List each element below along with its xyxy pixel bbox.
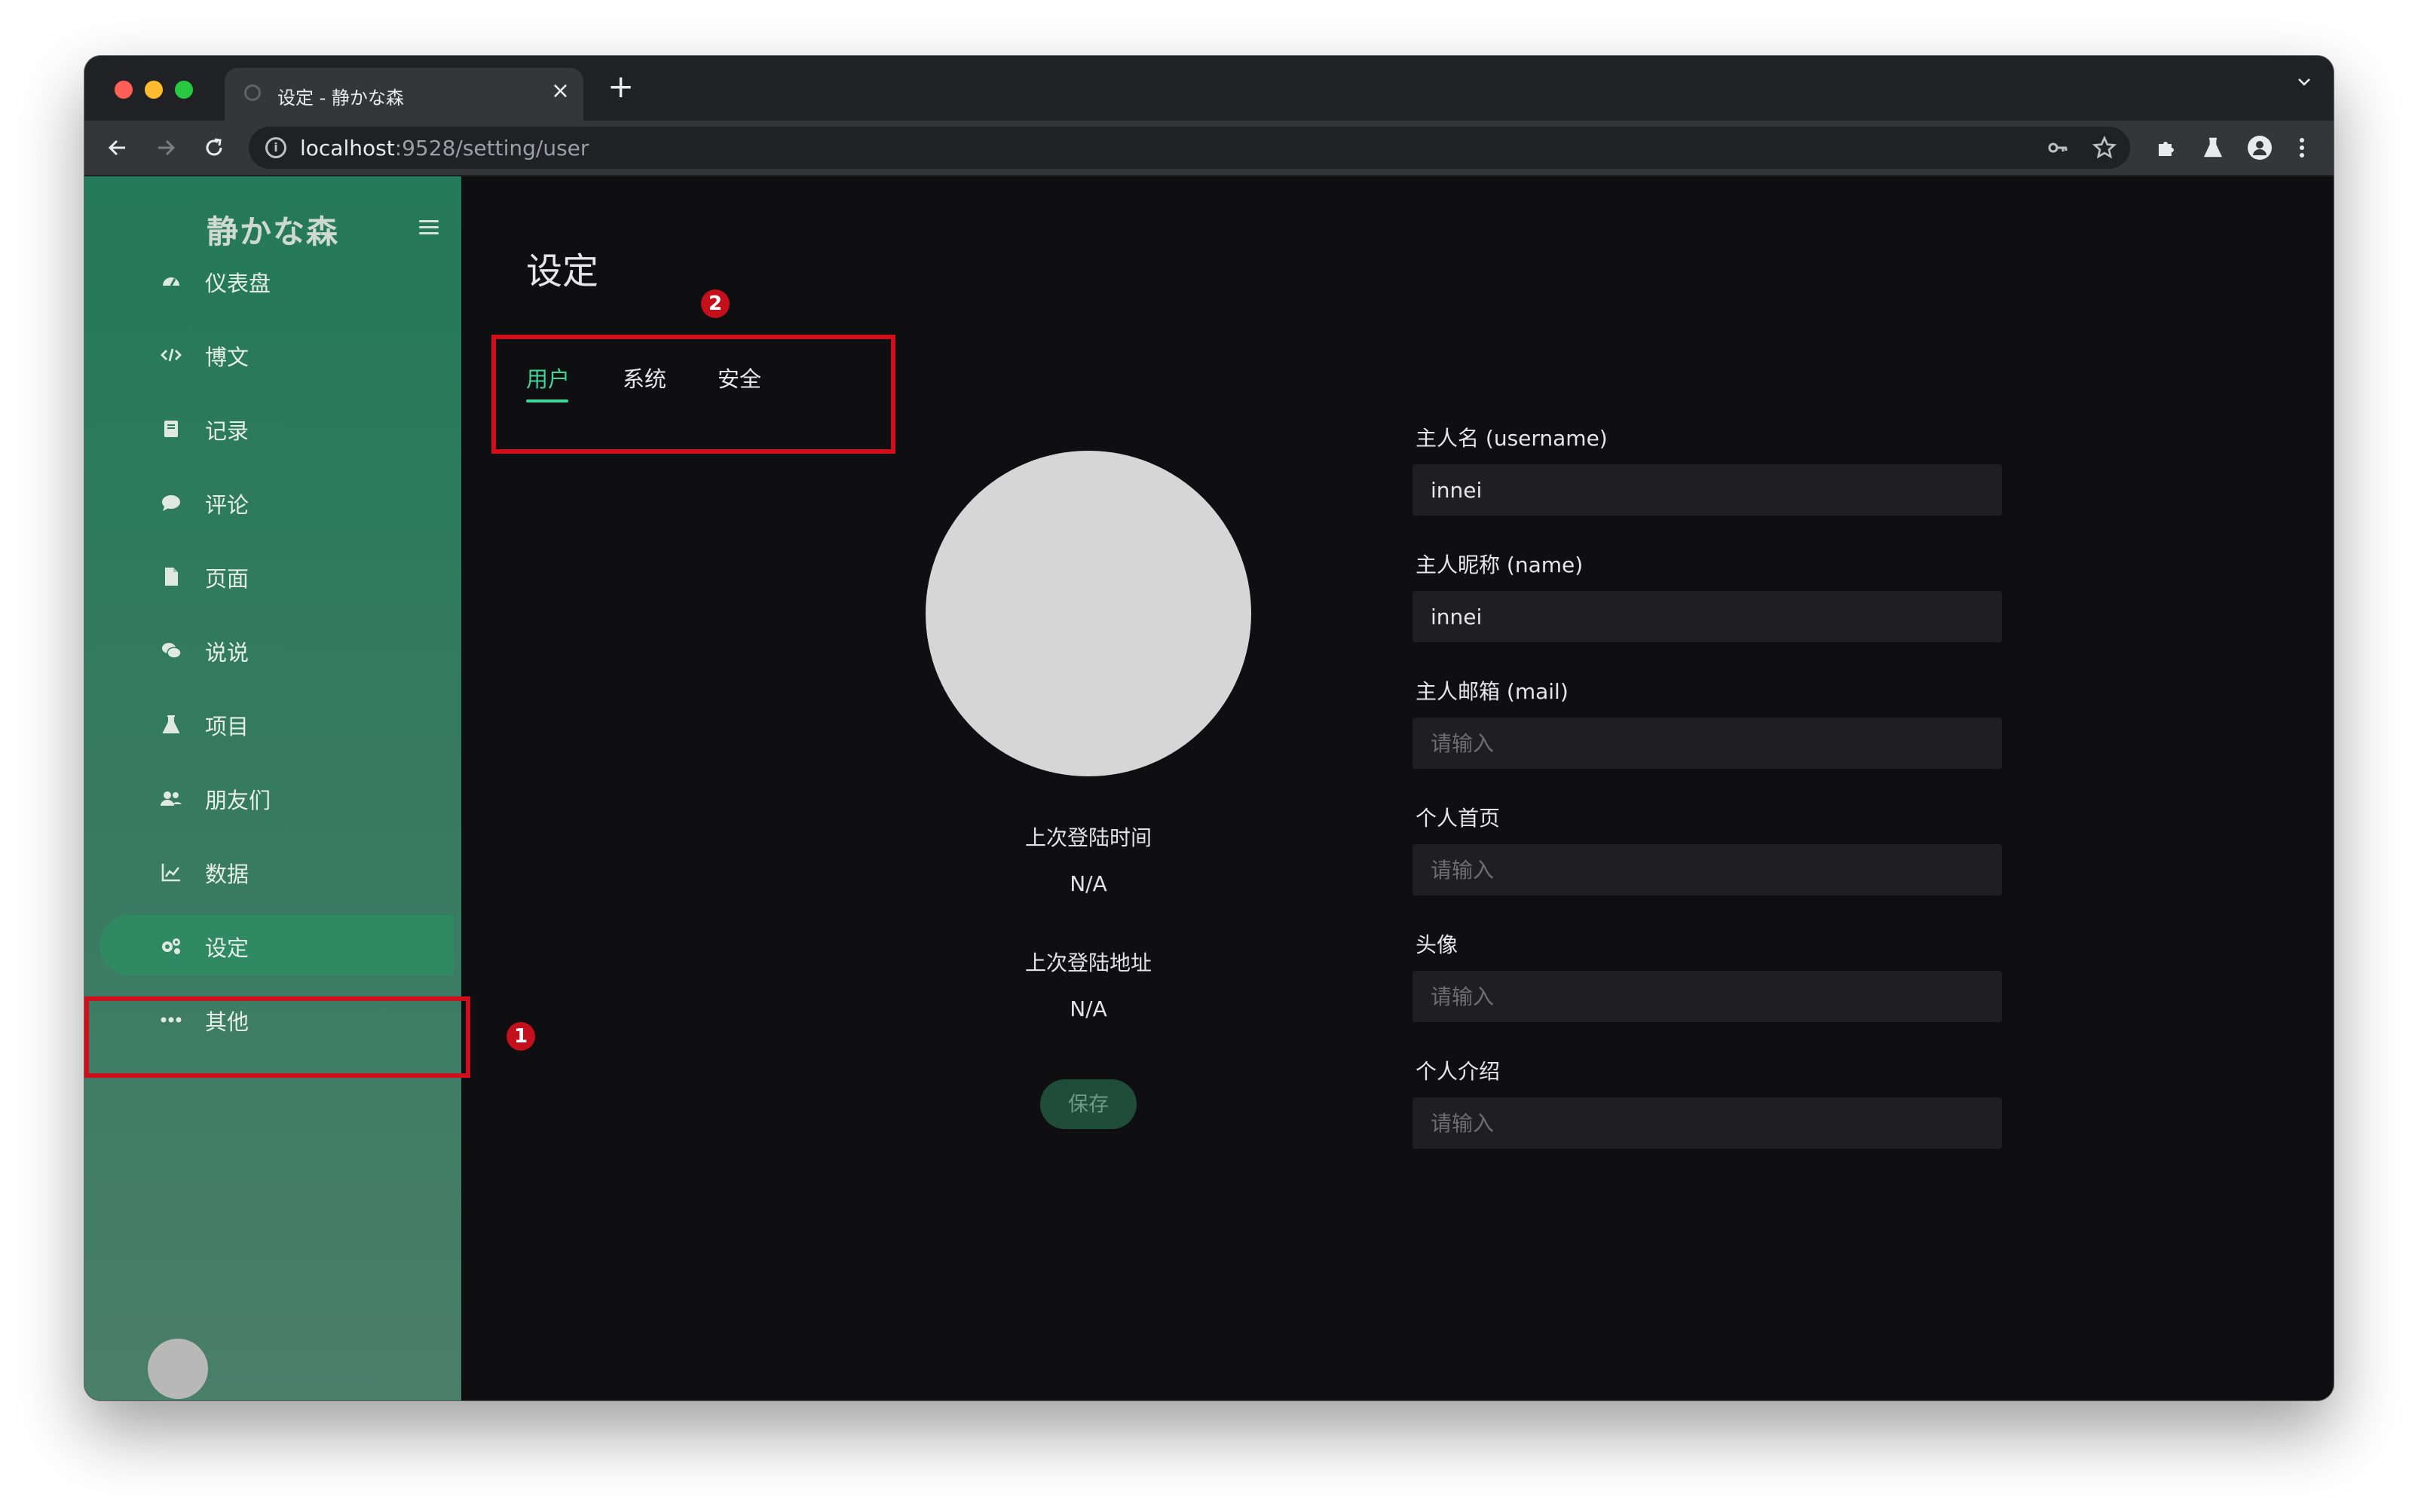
minimize-window-button[interactable] <box>145 81 163 99</box>
tab-security[interactable]: 安全 <box>718 362 761 393</box>
introduction-label: 个人介绍 <box>1416 1059 1501 1084</box>
url-text[interactable]: localhost:9528/setting/user <box>300 136 589 161</box>
sidebar-item-notes[interactable]: 记录 <box>99 398 454 458</box>
key-icon-svg <box>2048 142 2068 153</box>
profile-icon <box>2248 136 2272 160</box>
annotation-box-1 <box>84 996 470 1078</box>
arrow-left-icon <box>108 139 125 156</box>
sidebar-item-label: 记录 <box>205 418 249 444</box>
avatar-url-label: 头像 <box>1416 932 1458 957</box>
dashboard-icon <box>160 270 182 292</box>
active-tab-indicator <box>526 399 568 402</box>
reload-icon <box>206 138 222 156</box>
save-button[interactable]: 保存 <box>1040 1079 1137 1129</box>
profile-avatar[interactable] <box>926 451 1251 776</box>
tab-strip: 设定 - 静かな森 × + <box>84 56 2334 121</box>
browser-toolbar: i localhost:9528/setting/user <box>84 121 2334 176</box>
settings-icon <box>160 935 182 957</box>
sidebar-item-label: 博文 <box>205 344 249 370</box>
favicon-icon <box>244 84 261 101</box>
app-root: 静かな森 仪表盘 博文 记录 评论 页面 说说 项目 朋友们 数据 设定 其他 … <box>84 176 2334 1400</box>
last-login-time-label: 上次登陆时间 <box>1024 825 1152 850</box>
flask-icon <box>2203 137 2223 158</box>
chat-icon <box>160 639 182 662</box>
sidebar-item-label: 仪表盘 <box>205 271 271 296</box>
main-content: 设定 2 用户 系统 安全 上次登陆时间 N/A 上次登陆地址 N/A 保存 主… <box>461 176 2334 1400</box>
flask-icon <box>160 713 182 736</box>
last-login-address-value: N/A <box>1070 996 1107 1021</box>
last-login-address-label: 上次登陆地址 <box>1024 950 1152 975</box>
sidebar-item-friends[interactable]: 朋友们 <box>99 767 454 828</box>
sidebar-item-posts[interactable]: 博文 <box>99 324 454 384</box>
homepage-input[interactable] <box>1413 844 2002 895</box>
kebab-menu-icon <box>2300 138 2304 158</box>
tab-title: 设定 - 静かな森 <box>277 87 404 109</box>
sidebar-item-pages[interactable]: 页面 <box>99 546 454 606</box>
page-title: 设定 <box>526 250 599 292</box>
sidebar-item-analytics[interactable]: 数据 <box>99 841 454 901</box>
sidebar-item-says[interactable]: 说说 <box>99 620 454 680</box>
extensions-button[interactable] <box>2148 130 2184 166</box>
chevron-down-icon[interactable] <box>2294 72 2314 92</box>
comment-icon <box>160 491 182 514</box>
sidebar-item-label: 项目 <box>205 714 249 739</box>
sidebar-item-label: 数据 <box>205 862 249 887</box>
back-button[interactable] <box>99 130 136 166</box>
key-icon[interactable] <box>2044 134 2071 161</box>
profile-button[interactable] <box>2242 130 2278 166</box>
browser-window: 设定 - 静かな森 × + i localhost:9528/setting/u… <box>84 56 2334 1400</box>
annotation-box-2 <box>491 335 895 454</box>
username-label: 主人名 (username) <box>1416 426 1608 451</box>
sidebar-item-label: 说说 <box>205 640 249 666</box>
brand-title: 静かな森 <box>206 213 339 250</box>
book-icon <box>160 418 182 440</box>
users-icon <box>160 787 182 810</box>
sidebar-item-label: 设定 <box>205 935 249 961</box>
reload-button[interactable] <box>196 130 232 166</box>
sidebar-item-comments[interactable]: 评论 <box>99 472 454 532</box>
introduction-input[interactable] <box>1413 1097 2002 1149</box>
maximize-window-button[interactable] <box>175 81 193 99</box>
annotation-marker-2: 2 <box>701 289 730 318</box>
sidebar-item-dashboard[interactable]: 仪表盘 <box>99 250 454 311</box>
sidebar-item-settings[interactable]: 设定 <box>99 915 454 975</box>
labs-button[interactable] <box>2195 130 2231 166</box>
sidebar-item-label: 评论 <box>205 492 249 518</box>
arrow-right-icon <box>158 139 176 156</box>
sidebar-item-label: 朋友们 <box>205 788 271 813</box>
star-icon <box>2092 136 2117 159</box>
tab-user[interactable]: 用户 <box>526 362 570 393</box>
code-icon <box>160 344 182 366</box>
sidebar-item-label: 页面 <box>205 566 249 592</box>
nickname-label: 主人昵称 (name) <box>1416 552 1584 577</box>
new-tab-button[interactable]: + <box>608 71 634 103</box>
email-input[interactable] <box>1413 718 2002 769</box>
username-input[interactable] <box>1413 464 2002 516</box>
last-login-time-value: N/A <box>1070 871 1107 896</box>
tab-system[interactable]: 系统 <box>623 362 666 393</box>
sidebar: 静かな森 仪表盘 博文 记录 评论 页面 说说 项目 朋友们 数据 设定 其他 <box>84 176 461 1400</box>
tab-close-icon[interactable]: × <box>551 80 570 103</box>
file-icon <box>160 565 182 588</box>
sidebar-item-projects[interactable]: 项目 <box>99 693 454 754</box>
nickname-input[interactable] <box>1413 591 2002 642</box>
user-avatar[interactable] <box>148 1339 208 1399</box>
browser-tab[interactable]: 设定 - 静かな森 × <box>225 68 583 121</box>
info-icon[interactable]: i <box>265 137 286 158</box>
homepage-label: 个人首页 <box>1416 806 1501 831</box>
address-bar[interactable]: i localhost:9528/setting/user <box>249 127 2130 169</box>
avatar-url-input[interactable] <box>1413 971 2002 1022</box>
email-label: 主人邮箱 (mail) <box>1416 679 1569 704</box>
puzzle-icon <box>2159 142 2174 156</box>
hamburger-menu-icon[interactable] <box>419 220 439 238</box>
close-window-button[interactable] <box>115 81 133 99</box>
forward-button[interactable] <box>148 130 184 166</box>
bookmark-star-icon[interactable] <box>2091 134 2118 161</box>
chart-icon <box>160 861 182 883</box>
browser-menu-button[interactable] <box>2284 130 2320 166</box>
